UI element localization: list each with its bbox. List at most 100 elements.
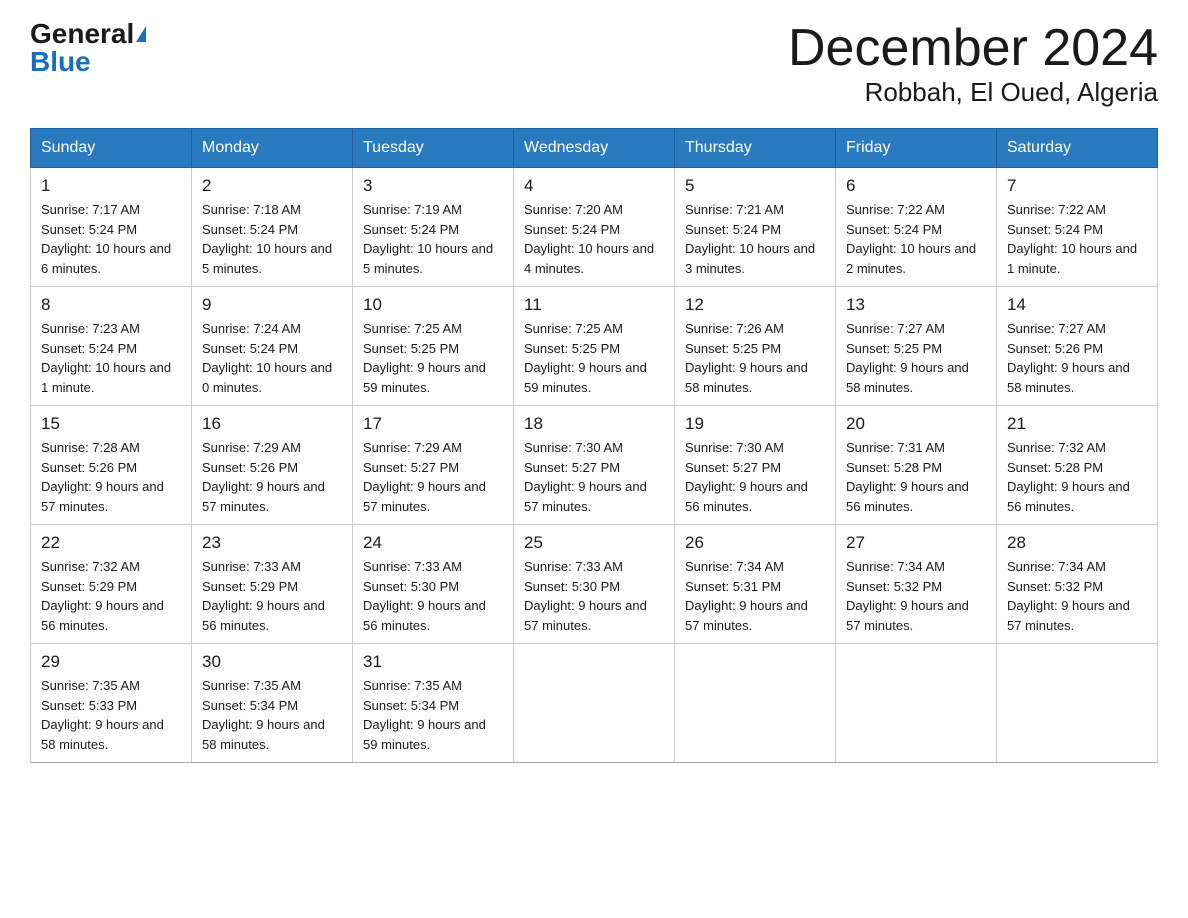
day-info: Sunrise: 7:23 AMSunset: 5:24 PMDaylight:… <box>41 319 181 397</box>
day-info: Sunrise: 7:33 AMSunset: 5:29 PMDaylight:… <box>202 557 342 635</box>
calendar-header-row: SundayMondayTuesdayWednesdayThursdayFrid… <box>31 129 1158 168</box>
calendar-cell: 26 Sunrise: 7:34 AMSunset: 5:31 PMDayligh… <box>675 525 836 644</box>
day-info: Sunrise: 7:29 AMSunset: 5:27 PMDaylight:… <box>363 438 503 516</box>
logo-triangle-icon <box>136 26 146 42</box>
day-info: Sunrise: 7:33 AMSunset: 5:30 PMDaylight:… <box>363 557 503 635</box>
day-number: 20 <box>846 414 986 434</box>
calendar-cell: 12Sunrise: 7:26 AMSunset: 5:25 PMDayligh… <box>675 287 836 406</box>
calendar-cell <box>836 644 997 763</box>
day-number: 18 <box>524 414 664 434</box>
day-number: 6 <box>846 176 986 196</box>
day-info: Sunrise: 7:35 AMSunset: 5:34 PMDaylight:… <box>363 676 503 754</box>
day-number: 23 <box>202 533 342 553</box>
location-title: Robbah, El Oued, Algeria <box>788 77 1158 108</box>
calendar-cell: 17 Sunrise: 7:29 AMSunset: 5:27 PMDayligh… <box>353 406 514 525</box>
day-number: 31 <box>363 652 503 672</box>
day-number: 2 <box>202 176 342 196</box>
day-info: Sunrise: 7:27 AMSunset: 5:26 PMDaylight:… <box>1007 319 1147 397</box>
calendar-cell: 3 Sunrise: 7:19 AMSunset: 5:24 PMDaylight… <box>353 168 514 287</box>
day-info: Sunrise: 7:33 AMSunset: 5:30 PMDaylight:… <box>524 557 664 635</box>
calendar-cell: 24 Sunrise: 7:33 AMSunset: 5:30 PMDayligh… <box>353 525 514 644</box>
day-info: Sunrise: 7:35 AMSunset: 5:34 PMDaylight:… <box>202 676 342 754</box>
calendar-cell: 9 Sunrise: 7:24 AMSunset: 5:24 PMDaylight… <box>192 287 353 406</box>
day-number: 30 <box>202 652 342 672</box>
column-header-saturday: Saturday <box>997 129 1158 168</box>
day-info: Sunrise: 7:25 AMSunset: 5:25 PMDaylight:… <box>363 319 503 397</box>
calendar-table: SundayMondayTuesdayWednesdayThursdayFrid… <box>30 128 1158 763</box>
day-info: Sunrise: 7:32 AMSunset: 5:28 PMDaylight:… <box>1007 438 1147 516</box>
day-info: Sunrise: 7:34 AMSunset: 5:32 PMDaylight:… <box>1007 557 1147 635</box>
month-title: December 2024 <box>788 20 1158 77</box>
day-info: Sunrise: 7:30 AMSunset: 5:27 PMDaylight:… <box>524 438 664 516</box>
calendar-cell: 19 Sunrise: 7:30 AMSunset: 5:27 PMDayligh… <box>675 406 836 525</box>
calendar-cell <box>514 644 675 763</box>
day-info: Sunrise: 7:20 AMSunset: 5:24 PMDaylight:… <box>524 200 664 278</box>
calendar-cell <box>997 644 1158 763</box>
logo-general-text: General <box>30 20 134 48</box>
day-number: 1 <box>41 176 181 196</box>
day-number: 25 <box>524 533 664 553</box>
calendar-cell: 22 Sunrise: 7:32 AMSunset: 5:29 PMDayligh… <box>31 525 192 644</box>
column-header-wednesday: Wednesday <box>514 129 675 168</box>
calendar-cell: 29 Sunrise: 7:35 AMSunset: 5:33 PMDayligh… <box>31 644 192 763</box>
day-number: 26 <box>685 533 825 553</box>
day-info: Sunrise: 7:25 AMSunset: 5:25 PMDaylight:… <box>524 319 664 397</box>
calendar-cell: 4Sunrise: 7:20 AMSunset: 5:24 PMDaylight… <box>514 168 675 287</box>
calendar-cell: 21 Sunrise: 7:32 AMSunset: 5:28 PMDayligh… <box>997 406 1158 525</box>
calendar-week-row: 29 Sunrise: 7:35 AMSunset: 5:33 PMDayligh… <box>31 644 1158 763</box>
calendar-cell: 31 Sunrise: 7:35 AMSunset: 5:34 PMDayligh… <box>353 644 514 763</box>
calendar-week-row: 15Sunrise: 7:28 AMSunset: 5:26 PMDayligh… <box>31 406 1158 525</box>
day-number: 7 <box>1007 176 1147 196</box>
day-number: 3 <box>363 176 503 196</box>
column-header-monday: Monday <box>192 129 353 168</box>
day-info: Sunrise: 7:30 AMSunset: 5:27 PMDaylight:… <box>685 438 825 516</box>
day-number: 5 <box>685 176 825 196</box>
day-number: 24 <box>363 533 503 553</box>
day-info: Sunrise: 7:35 AMSunset: 5:33 PMDaylight:… <box>41 676 181 754</box>
calendar-cell: 18 Sunrise: 7:30 AMSunset: 5:27 PMDayligh… <box>514 406 675 525</box>
day-info: Sunrise: 7:17 AMSunset: 5:24 PMDaylight:… <box>41 200 181 278</box>
calendar-cell: 14Sunrise: 7:27 AMSunset: 5:26 PMDayligh… <box>997 287 1158 406</box>
calendar-cell: 30 Sunrise: 7:35 AMSunset: 5:34 PMDayligh… <box>192 644 353 763</box>
day-info: Sunrise: 7:32 AMSunset: 5:29 PMDaylight:… <box>41 557 181 635</box>
calendar-cell: 27Sunrise: 7:34 AMSunset: 5:32 PMDayligh… <box>836 525 997 644</box>
day-number: 12 <box>685 295 825 315</box>
calendar-week-row: 22 Sunrise: 7:32 AMSunset: 5:29 PMDayligh… <box>31 525 1158 644</box>
day-info: Sunrise: 7:22 AMSunset: 5:24 PMDaylight:… <box>846 200 986 278</box>
day-info: Sunrise: 7:24 AMSunset: 5:24 PMDaylight:… <box>202 319 342 397</box>
calendar-cell: 13 Sunrise: 7:27 AMSunset: 5:25 PMDayligh… <box>836 287 997 406</box>
calendar-cell: 7 Sunrise: 7:22 AMSunset: 5:24 PMDaylight… <box>997 168 1158 287</box>
calendar-cell: 6 Sunrise: 7:22 AMSunset: 5:24 PMDaylight… <box>836 168 997 287</box>
day-number: 28 <box>1007 533 1147 553</box>
calendar-cell: 2Sunrise: 7:18 AMSunset: 5:24 PMDaylight… <box>192 168 353 287</box>
column-header-sunday: Sunday <box>31 129 192 168</box>
calendar-cell: 28 Sunrise: 7:34 AMSunset: 5:32 PMDayligh… <box>997 525 1158 644</box>
calendar-cell: 11Sunrise: 7:25 AMSunset: 5:25 PMDayligh… <box>514 287 675 406</box>
day-info: Sunrise: 7:34 AMSunset: 5:31 PMDaylight:… <box>685 557 825 635</box>
calendar-cell: 10 Sunrise: 7:25 AMSunset: 5:25 PMDayligh… <box>353 287 514 406</box>
calendar-cell <box>675 644 836 763</box>
day-info: Sunrise: 7:28 AMSunset: 5:26 PMDaylight:… <box>41 438 181 516</box>
page-header: General Blue December 2024 Robbah, El Ou… <box>30 20 1158 108</box>
day-number: 9 <box>202 295 342 315</box>
calendar-cell: 15Sunrise: 7:28 AMSunset: 5:26 PMDayligh… <box>31 406 192 525</box>
calendar-cell: 23 Sunrise: 7:33 AMSunset: 5:29 PMDayligh… <box>192 525 353 644</box>
calendar-cell: 20Sunrise: 7:31 AMSunset: 5:28 PMDayligh… <box>836 406 997 525</box>
title-block: December 2024 Robbah, El Oued, Algeria <box>788 20 1158 108</box>
calendar-cell: 25 Sunrise: 7:33 AMSunset: 5:30 PMDayligh… <box>514 525 675 644</box>
day-number: 19 <box>685 414 825 434</box>
day-number: 13 <box>846 295 986 315</box>
day-number: 17 <box>363 414 503 434</box>
day-info: Sunrise: 7:21 AMSunset: 5:24 PMDaylight:… <box>685 200 825 278</box>
day-number: 22 <box>41 533 181 553</box>
day-number: 29 <box>41 652 181 672</box>
day-number: 21 <box>1007 414 1147 434</box>
column-header-thursday: Thursday <box>675 129 836 168</box>
day-info: Sunrise: 7:22 AMSunset: 5:24 PMDaylight:… <box>1007 200 1147 278</box>
day-info: Sunrise: 7:27 AMSunset: 5:25 PMDaylight:… <box>846 319 986 397</box>
column-header-friday: Friday <box>836 129 997 168</box>
day-number: 10 <box>363 295 503 315</box>
calendar-cell: 16Sunrise: 7:29 AMSunset: 5:26 PMDayligh… <box>192 406 353 525</box>
calendar-cell: 5 Sunrise: 7:21 AMSunset: 5:24 PMDaylight… <box>675 168 836 287</box>
day-info: Sunrise: 7:19 AMSunset: 5:24 PMDaylight:… <box>363 200 503 278</box>
